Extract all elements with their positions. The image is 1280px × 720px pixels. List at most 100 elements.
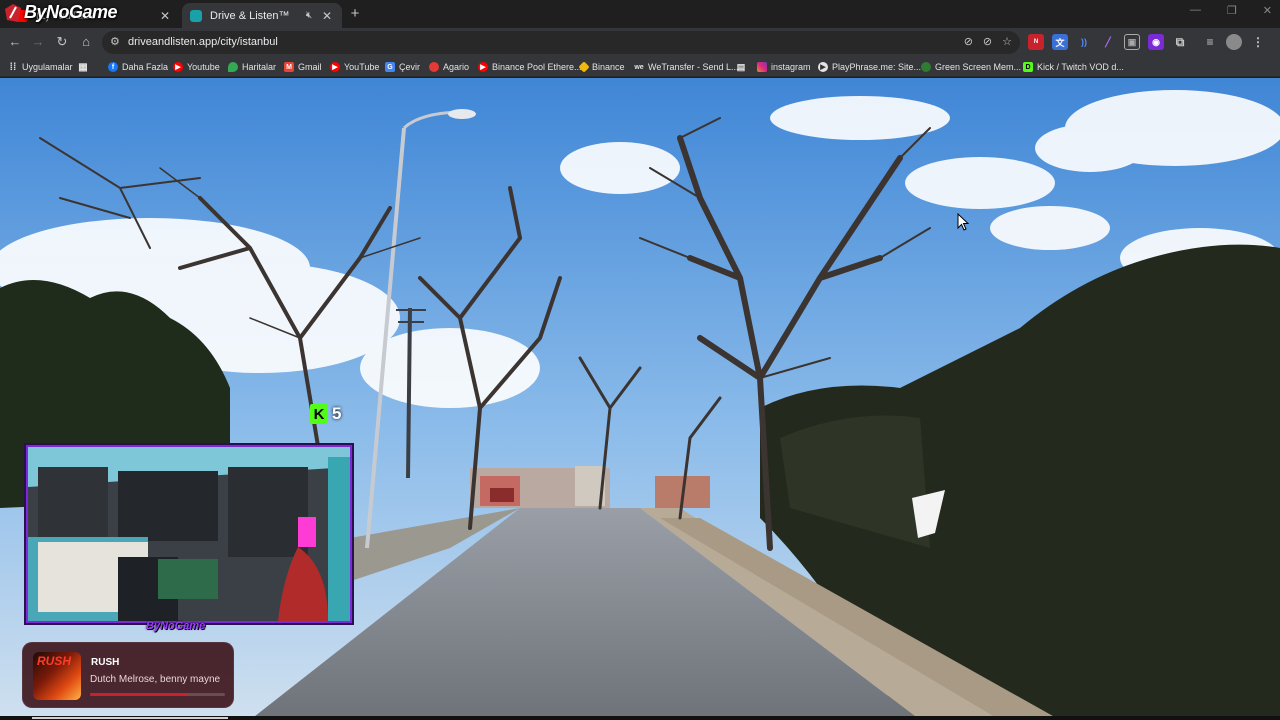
bookmark-grid[interactable]: ▦ (78, 59, 88, 75)
youtube-icon: ▶ (478, 62, 488, 72)
tab-title: Drive & Listen™ (210, 9, 290, 22)
minimize-icon[interactable]: — (1190, 4, 1201, 17)
kick-logo-icon: K (310, 404, 328, 424)
youtube-favicon-icon (16, 9, 28, 22)
back-icon[interactable]: ← (7, 34, 23, 50)
webcam-feed-image (28, 447, 350, 621)
album-cover: RUSH (33, 652, 81, 700)
reload-icon[interactable]: ↻ (54, 34, 70, 50)
new-tab-button[interactable]: + (346, 5, 364, 22)
bookmark-youtube-2[interactable]: ▶ YouTube (330, 59, 379, 75)
url-text[interactable]: driveandlisten.app/city/istanbul (128, 36, 278, 48)
grid-icon: ▦ (78, 61, 88, 73)
bookmark-label: Youtube (187, 62, 220, 72)
profile-avatar-icon[interactable] (1226, 34, 1242, 50)
webcam-name-label: ByNoGame (146, 620, 206, 632)
instagram-icon (757, 62, 767, 72)
bookmark-label: Binance (592, 62, 625, 72)
maps-icon (228, 62, 238, 72)
puzzle-extensions-icon[interactable]: ⧉ (1172, 34, 1188, 50)
bookmark-youtube-1[interactable]: ▶ Youtube (173, 59, 220, 75)
mouse-cursor-icon (957, 213, 969, 231)
bookmark-label: Haritalar (242, 62, 277, 72)
bookmark-label: PlayPhrase.me: Site... (832, 62, 922, 72)
gmail-icon: M (284, 62, 294, 72)
bookmark-gmail[interactable]: M Gmail (284, 59, 322, 75)
extensions-area: N 文 )) ╱ ▣ ◉ ⧉ ≡ ⋮ (1028, 34, 1266, 50)
bookmark-label: Agario (443, 62, 470, 72)
close-tab-icon[interactable]: ✕ (158, 9, 172, 23)
bookmark-label: Uygulamalar (22, 62, 73, 72)
screenshot-extension-icon[interactable]: ▣ (1124, 34, 1140, 50)
bookmark-agario[interactable]: Agario (429, 59, 469, 75)
bookmark-label: Binance Pool Ethere... (492, 62, 582, 72)
bookmark-apps[interactable]: ⁞⁞ Uygulamalar (8, 59, 73, 75)
binance-icon (578, 61, 590, 73)
bookmark-star-icon[interactable]: ☆ (1002, 35, 1012, 48)
eye-slash-icon[interactable]: ⊘ (983, 35, 992, 48)
facebook-icon: f (108, 62, 118, 72)
tab-drive-and-listen[interactable]: Drive & Listen™ 🔇︎ ✕ (182, 3, 342, 28)
song-progress-bar (90, 693, 225, 696)
twitch-extension-icon[interactable]: ◉ (1148, 34, 1164, 50)
site-info-icon[interactable]: ⚙ (110, 35, 120, 48)
bookmark-green-screen[interactable]: Green Screen Mem... (921, 59, 1021, 75)
home-icon[interactable]: ⌂ (78, 34, 94, 50)
close-window-icon[interactable]: ✕ (1263, 4, 1272, 17)
song-title: RUSH (91, 657, 120, 668)
bookmark-cevir[interactable]: G Çevir (385, 59, 420, 75)
pen-extension-icon[interactable]: ╱ (1100, 34, 1116, 50)
bookmark-daha-fazla[interactable]: f Daha Fazla (108, 59, 168, 75)
translate-extension-icon[interactable]: 文 (1052, 34, 1068, 50)
forward-icon[interactable]: → (30, 34, 46, 50)
address-bar[interactable]: ⚙ driveandlisten.app/city/istanbul ⊘ ⊘ ☆ (102, 31, 1020, 54)
bookmark-label: instagram (771, 62, 811, 72)
bookmark-kick-vod[interactable]: D Kick / Twitch VOD d... (1023, 59, 1124, 75)
webcam-overlay (26, 445, 352, 623)
tab-strip: (1) YouTube ✕ Drive & Listen™ 🔇︎ ✕ + — ❐… (0, 0, 1280, 28)
bookmark-folder[interactable]: ▤ (736, 59, 746, 75)
maximize-icon[interactable]: ❐ (1227, 4, 1237, 17)
mute-tab-icon[interactable]: 🔇︎ (302, 10, 316, 21)
bookmark-label: Kick / Twitch VOD d... (1037, 62, 1124, 72)
green-screen-icon (921, 62, 931, 72)
playphrase-icon: ▶ (818, 62, 828, 72)
apps-grid-icon: ⁞⁞ (9, 61, 17, 73)
bookmark-playphrase[interactable]: ▶ PlayPhrase.me: Site... (818, 59, 921, 75)
bookmark-haritalar[interactable]: Haritalar (228, 59, 276, 75)
kick-viewer-count: 5 (332, 404, 342, 423)
eye-off-icon[interactable]: ⊘ (964, 35, 973, 48)
song-progress-fill (90, 693, 188, 696)
bookmark-instagram[interactable]: instagram (757, 59, 811, 75)
menu-kebab-icon[interactable]: ⋮ (1250, 34, 1266, 50)
reading-list-icon[interactable]: ≡ (1202, 34, 1218, 50)
video-progress-strip (0, 716, 1280, 720)
youtube-icon: ▶ (330, 62, 340, 72)
bookmark-label: Gmail (298, 62, 322, 72)
browser-toolbar: ← → ↻ ⌂ ⚙ driveandlisten.app/city/istanb… (0, 28, 1280, 57)
close-tab-icon[interactable]: ✕ (320, 9, 334, 23)
bookmark-wetransfer[interactable]: we WeTransfer - Send L... (634, 59, 739, 75)
translate-icon: G (385, 62, 395, 72)
tab-title: (1) YouTube (36, 9, 96, 22)
tab-youtube[interactable]: (1) YouTube ✕ (8, 3, 180, 28)
bookmark-label: Green Screen Mem... (935, 62, 1022, 72)
song-artist: Dutch Melrose, benny mayne (90, 674, 221, 685)
bookmark-label: WeTransfer - Send L... (648, 62, 739, 72)
bookmark-binance-pool[interactable]: ▶ Binance Pool Ethere... (478, 59, 582, 75)
window-controls: — ❐ ✕ (1190, 4, 1272, 17)
bookmark-label: YouTube (344, 62, 380, 72)
audio-extension-icon[interactable]: )) (1076, 34, 1092, 50)
drive-listen-favicon-icon (190, 9, 202, 22)
bookmark-binance[interactable]: Binance (578, 59, 625, 75)
kick-icon: D (1023, 62, 1033, 72)
youtube-icon: ▶ (173, 62, 183, 72)
bookmark-label: Çevir (399, 62, 421, 72)
folder-icon: ▤ (736, 61, 746, 72)
bookmark-label: Daha Fazla (122, 62, 169, 72)
new-extension-icon[interactable]: N (1028, 34, 1044, 50)
wetransfer-icon: we (634, 63, 644, 71)
now-playing-widget: RUSH RUSH Dutch Melrose, benny mayne (22, 642, 234, 708)
bookmarks-bar: ⁞⁞ Uygulamalar ▦ f Daha Fazla ▶ Youtube … (0, 57, 1280, 77)
kick-viewer-badge: K 5 (310, 404, 341, 424)
